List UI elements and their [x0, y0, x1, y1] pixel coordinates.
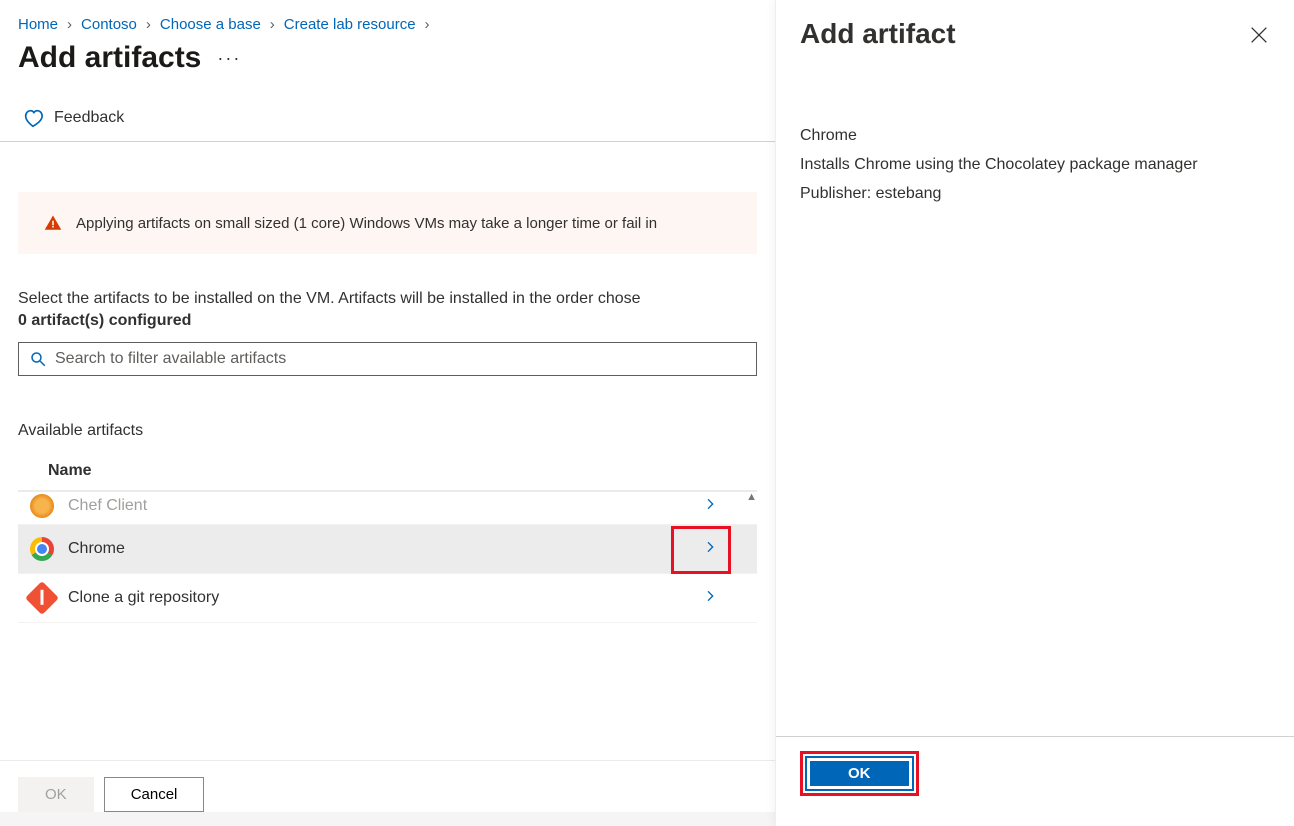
- available-artifacts-title: Available artifacts: [0, 376, 775, 450]
- more-icon[interactable]: ···: [217, 48, 241, 69]
- cancel-button[interactable]: Cancel: [104, 777, 205, 812]
- chevron-right-icon: ›: [265, 16, 280, 33]
- close-icon[interactable]: [1248, 24, 1270, 46]
- warning-banner: Applying artifacts on small sized (1 cor…: [18, 192, 757, 254]
- chevron-right-icon: ›: [141, 16, 156, 33]
- breadcrumb: Home › Contoso › Choose a base › Create …: [0, 0, 775, 41]
- artifact-description: Installs Chrome using the Chocolatey pac…: [800, 151, 1270, 180]
- chevron-right-icon: ›: [62, 16, 77, 33]
- breadcrumb-home[interactable]: Home: [18, 16, 58, 33]
- search-input[interactable]: [55, 350, 746, 368]
- list-item-label: Chef Client: [68, 497, 681, 515]
- list-item-label: Chrome: [68, 540, 681, 558]
- git-icon: [30, 586, 54, 610]
- chevron-right-icon[interactable]: [695, 588, 725, 609]
- search-icon: [29, 350, 47, 368]
- warning-text: Applying artifacts on small sized (1 cor…: [76, 215, 657, 232]
- breadcrumb-create-lab-resource[interactable]: Create lab resource: [284, 16, 416, 33]
- chevron-right-icon[interactable]: [695, 539, 725, 560]
- list-item-label: Clone a git repository: [68, 589, 681, 607]
- panel-ok-button[interactable]: OK: [807, 758, 912, 789]
- list-item[interactable]: Chrome: [18, 525, 757, 574]
- chef-icon: [30, 494, 54, 518]
- artifacts-configured-count: 0 artifact(s) configured: [0, 308, 775, 342]
- bottom-band: [0, 812, 775, 826]
- footer: OK Cancel: [0, 760, 775, 812]
- highlight-box: OK: [800, 751, 919, 796]
- chevron-right-icon[interactable]: [695, 496, 725, 517]
- breadcrumb-choose-base[interactable]: Choose a base: [160, 16, 261, 33]
- artifact-list: Chef Client Chrome Clone a git repositor…: [18, 491, 757, 623]
- ok-button: OK: [18, 777, 94, 812]
- feedback-label: Feedback: [54, 109, 124, 127]
- warning-icon: [44, 214, 62, 232]
- scroll-up-icon[interactable]: ▲: [746, 491, 757, 503]
- scrollbar[interactable]: ▲: [743, 491, 757, 623]
- feedback-button[interactable]: Feedback: [0, 93, 775, 142]
- list-item[interactable]: Chef Client: [18, 491, 757, 525]
- name-column-header[interactable]: Name: [18, 450, 757, 491]
- add-artifact-panel: Add artifact Chrome Installs Chrome usin…: [775, 0, 1294, 826]
- artifact-name: Chrome: [800, 122, 1270, 151]
- page-title: Add artifacts: [18, 41, 201, 75]
- heart-icon: [22, 107, 44, 129]
- artifact-publisher: Publisher: estebang: [800, 180, 1270, 209]
- search-box[interactable]: [18, 342, 757, 376]
- list-item[interactable]: Clone a git repository: [18, 574, 757, 623]
- breadcrumb-contoso[interactable]: Contoso: [81, 16, 137, 33]
- chevron-right-icon: ›: [420, 16, 435, 33]
- intro-text: Select the artifacts to be installed on …: [0, 254, 775, 308]
- chrome-icon: [30, 537, 54, 561]
- panel-title: Add artifact: [800, 18, 956, 50]
